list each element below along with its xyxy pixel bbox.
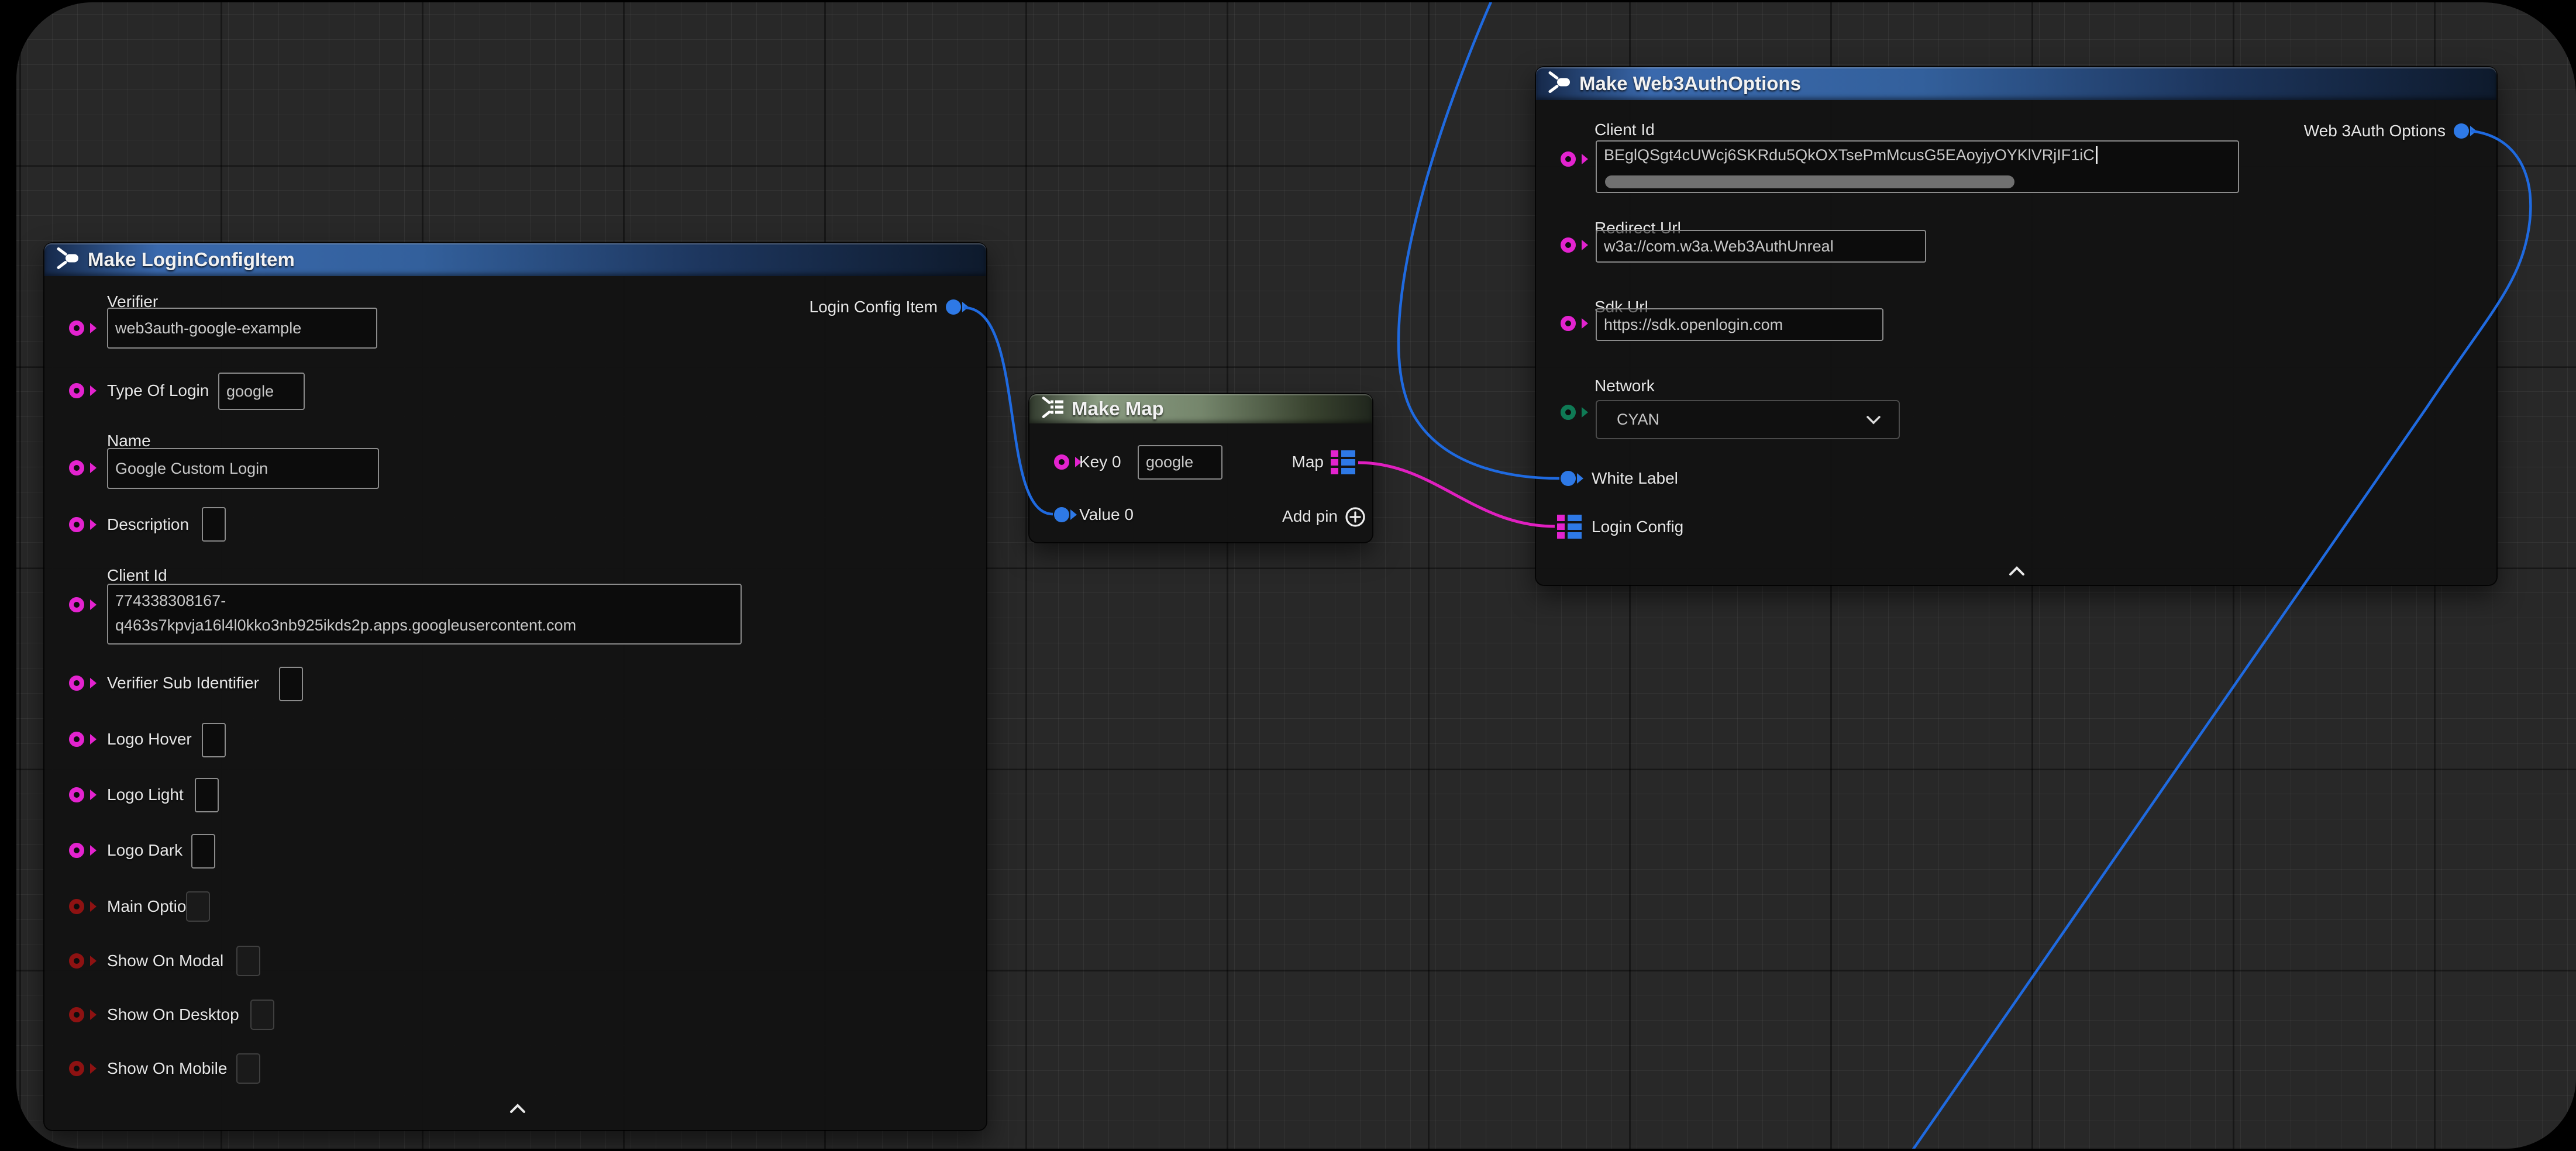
input-pin-name[interactable] xyxy=(69,460,84,475)
name-input[interactable]: Google Custom Login xyxy=(107,448,379,489)
input-pin-description[interactable] xyxy=(69,517,84,532)
pin-label-verifier-sub-identifier: Verifier Sub Identifier xyxy=(107,674,259,692)
show-on-modal-checkbox[interactable] xyxy=(236,946,260,976)
node-title: Make LoginConfigItem xyxy=(88,249,295,271)
pin-label-client-id: Client Id xyxy=(107,566,167,585)
pin-label-show-on-mobile: Show On Mobile xyxy=(107,1059,227,1078)
input-pin-white-label[interactable] xyxy=(1561,471,1576,486)
make-struct-icon xyxy=(1545,70,1572,98)
input-pin-type-of-login[interactable] xyxy=(69,383,84,398)
show-on-desktop-checkbox[interactable] xyxy=(250,1000,274,1030)
make-struct-icon xyxy=(54,246,81,274)
input-pin-value0[interactable] xyxy=(1054,507,1069,522)
graph-canvas[interactable]: Make LoginConfigItem Login Config Item V… xyxy=(16,2,2576,1149)
input-pin-network[interactable] xyxy=(1561,405,1576,420)
verifier-input[interactable]: web3auth-google-example xyxy=(107,308,377,349)
output-pin-web3auth-options[interactable] xyxy=(2454,123,2469,139)
input-pin-redirect-url[interactable] xyxy=(1561,237,1576,253)
network-dropdown[interactable]: CYAN xyxy=(1596,400,1900,439)
node-title: Make Web3AuthOptions xyxy=(1579,73,1801,95)
client-id-input[interactable]: BEglQSgt4cUWcj6SKRdu5QkOXTsePmMcusG5EAoy… xyxy=(1596,140,2239,193)
main-option-checkbox[interactable] xyxy=(186,891,210,922)
description-input[interactable] xyxy=(202,507,226,542)
input-pin-logo-light[interactable] xyxy=(69,787,84,802)
pin-label-show-on-modal: Show On Modal xyxy=(107,952,223,970)
verifier-sub-identifier-input[interactable] xyxy=(279,667,303,701)
input-pin-login-config[interactable] xyxy=(1557,515,1582,539)
pin-label-logo-dark: Logo Dark xyxy=(107,841,182,860)
pin-label-logo-hover: Logo Hover xyxy=(107,730,192,749)
pin-label-network: Network xyxy=(1594,377,1655,395)
add-pin-icon[interactable] xyxy=(1345,506,1366,530)
client-id-input[interactable]: 774338308167- q463s7kpvja16l4l0kko3nb925… xyxy=(107,584,742,645)
input-pin-show-on-mobile[interactable] xyxy=(69,1061,84,1076)
input-pin-client-id[interactable] xyxy=(69,597,84,612)
node-make-loginconfigitem[interactable]: Make LoginConfigItem Login Config Item V… xyxy=(44,243,986,1130)
node-header[interactable]: Make LoginConfigItem xyxy=(44,243,986,276)
node-title: Make Map xyxy=(1072,398,1164,420)
logo-dark-input[interactable] xyxy=(191,834,215,869)
output-pin-label-map: Map xyxy=(1292,453,1324,471)
client-id-scrollbar[interactable] xyxy=(1605,175,2014,188)
pin-label-login-config: Login Config xyxy=(1592,518,1683,536)
input-pin-key0[interactable] xyxy=(1054,454,1069,470)
output-pin-label: Login Config Item xyxy=(810,298,938,316)
make-map-icon xyxy=(1039,396,1066,422)
pin-label-logo-light: Logo Light xyxy=(107,785,184,804)
pin-label-show-on-desktop: Show On Desktop xyxy=(107,1005,239,1024)
input-pin-main-option[interactable] xyxy=(69,899,84,914)
pin-label-type-of-login: Type Of Login xyxy=(107,381,209,400)
pin-label-white-label: White Label xyxy=(1592,469,1678,488)
wire-map-to-loginconfig xyxy=(1358,463,1555,526)
node-header[interactable]: Make Map xyxy=(1029,394,1372,423)
input-pin-logo-hover[interactable] xyxy=(69,732,84,747)
pin-label-main-option: Main Option xyxy=(107,897,195,916)
wire-offscreen-to-whitelabel xyxy=(1399,2,1559,478)
input-pin-show-on-modal[interactable] xyxy=(69,953,84,969)
logo-light-input[interactable] xyxy=(195,778,219,812)
collapse-node-chevron-icon[interactable] xyxy=(509,1103,526,1116)
input-pin-sdk-url[interactable] xyxy=(1561,316,1576,331)
add-pin-label: Add pin xyxy=(1282,507,1338,526)
input-pin-client-id[interactable] xyxy=(1561,151,1576,167)
text-cursor xyxy=(2096,146,2098,164)
show-on-mobile-checkbox[interactable] xyxy=(236,1053,260,1084)
pin-label-key0: Key 0 xyxy=(1079,453,1121,471)
sdk-url-input[interactable]: https://sdk.openlogin.com xyxy=(1596,308,1883,341)
output-pin-label: Web 3Auth Options xyxy=(2304,122,2446,140)
node-header[interactable]: Make Web3AuthOptions xyxy=(1536,67,2496,100)
input-pin-verifier[interactable] xyxy=(69,321,84,336)
pin-label-description: Description xyxy=(107,515,189,534)
type-of-login-input[interactable]: google xyxy=(218,373,305,410)
node-make-map[interactable]: Make Map Key 0 google Map Value 0 Add pi… xyxy=(1029,394,1372,542)
blueprint-viewport: Make LoginConfigItem Login Config Item V… xyxy=(16,2,2576,1149)
output-pin-login-config-item[interactable] xyxy=(946,299,961,315)
input-pin-show-on-desktop[interactable] xyxy=(69,1007,84,1022)
chevron-down-icon xyxy=(1866,415,1881,425)
pin-label-value0: Value 0 xyxy=(1079,505,1134,524)
node-make-web3authoptions[interactable]: Make Web3AuthOptions Client Id BEglQSgt4… xyxy=(1536,67,2496,585)
pin-label-client-id: Client Id xyxy=(1594,120,1655,139)
key0-input[interactable]: google xyxy=(1138,445,1222,480)
logo-hover-input[interactable] xyxy=(202,723,226,757)
input-pin-verifier-sub-identifier[interactable] xyxy=(69,676,84,691)
output-pin-map[interactable] xyxy=(1331,450,1355,474)
redirect-url-input[interactable]: w3a://com.w3a.Web3AuthUnreal xyxy=(1596,230,1926,263)
collapse-node-chevron-icon[interactable] xyxy=(2009,566,2025,579)
input-pin-logo-dark[interactable] xyxy=(69,843,84,858)
